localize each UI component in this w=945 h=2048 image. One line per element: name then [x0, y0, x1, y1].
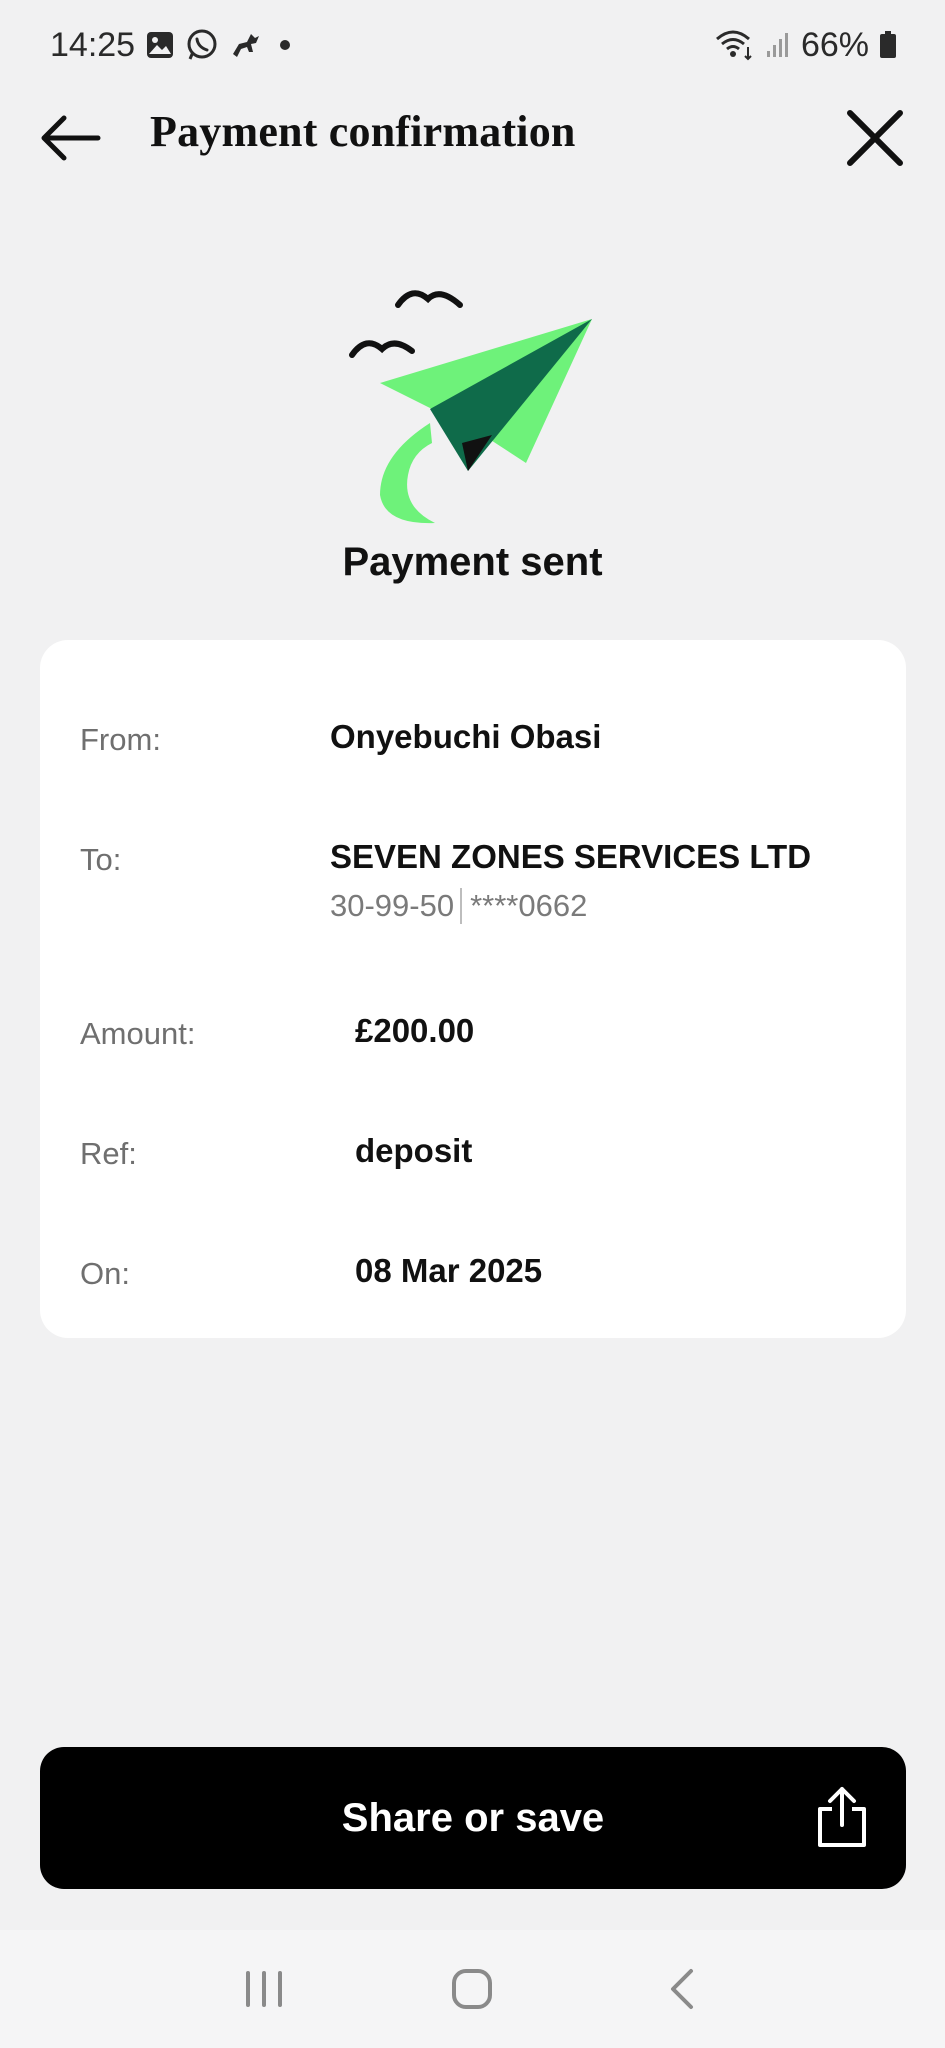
date-value: 08 Mar 2025	[355, 1252, 543, 1289]
arrow-left-icon	[41, 115, 101, 161]
dot-icon	[273, 33, 297, 57]
page-title: Payment confirmation	[150, 107, 576, 156]
signal-icon	[765, 31, 791, 59]
back-nav-button[interactable]	[641, 1949, 721, 2029]
share-or-save-button[interactable]: Share or save	[40, 1747, 906, 1889]
ref-label: Ref:	[80, 1136, 137, 1171]
recent-apps-icon	[246, 1971, 283, 2007]
top-bar: Payment confirmation	[0, 100, 945, 176]
from-value: Onyebuchi Obasi	[330, 718, 602, 755]
paper-plane-icon	[340, 275, 610, 535]
close-icon	[847, 110, 903, 166]
amount-label: Amount:	[80, 1016, 196, 1051]
account-number: ****0662	[470, 888, 588, 923]
payment-confirmation-screen: 14:25 66% Payment confirmation Payment s…	[0, 0, 945, 2048]
home-icon	[452, 1969, 493, 2009]
gallery-icon	[145, 30, 175, 60]
battery-icon	[879, 30, 897, 60]
to-label: To:	[80, 842, 122, 877]
share-icon	[818, 1787, 866, 1847]
wifi-icon	[715, 29, 755, 61]
clock: 14:25	[50, 25, 136, 64]
close-button[interactable]	[841, 104, 909, 172]
status-bar-right: 66%	[715, 26, 897, 65]
home-button[interactable]	[432, 1949, 512, 2029]
date-label: On:	[80, 1256, 130, 1291]
amount-value: £200.00	[355, 1012, 475, 1049]
to-account-details: 30-99-50 ****0662	[330, 888, 587, 924]
recent-apps-button[interactable]	[224, 1949, 304, 2029]
back-button[interactable]	[36, 108, 104, 168]
payment-details-card: From: Onyebuchi Obasi To: SEVEN ZONES SE…	[40, 640, 906, 1338]
separator	[460, 888, 463, 924]
status-bar-left: 14:25	[50, 26, 297, 65]
payment-status-title: Payment sent	[342, 540, 603, 584]
ref-value: deposit	[355, 1132, 473, 1169]
battery-percent: 66%	[800, 25, 869, 64]
status-bar: 14:25 66%	[0, 0, 945, 90]
to-value: SEVEN ZONES SERVICES LTD	[330, 838, 812, 875]
sort-code: 30-99-50	[330, 888, 455, 923]
whatsapp-icon	[185, 28, 219, 62]
from-label: From:	[80, 722, 161, 757]
horse-icon	[229, 30, 263, 60]
system-nav-bar	[0, 1930, 945, 2048]
back-nav-icon	[670, 1969, 693, 2009]
share-or-save-label: Share or save	[341, 1795, 605, 1840]
